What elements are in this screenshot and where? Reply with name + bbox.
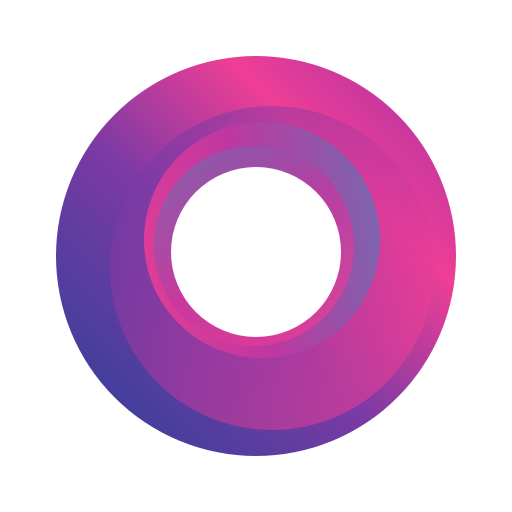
- app-icon-canvas: [0, 0, 512, 512]
- gradient-ring-logo-icon: [56, 56, 456, 456]
- center-hole: [171, 167, 341, 337]
